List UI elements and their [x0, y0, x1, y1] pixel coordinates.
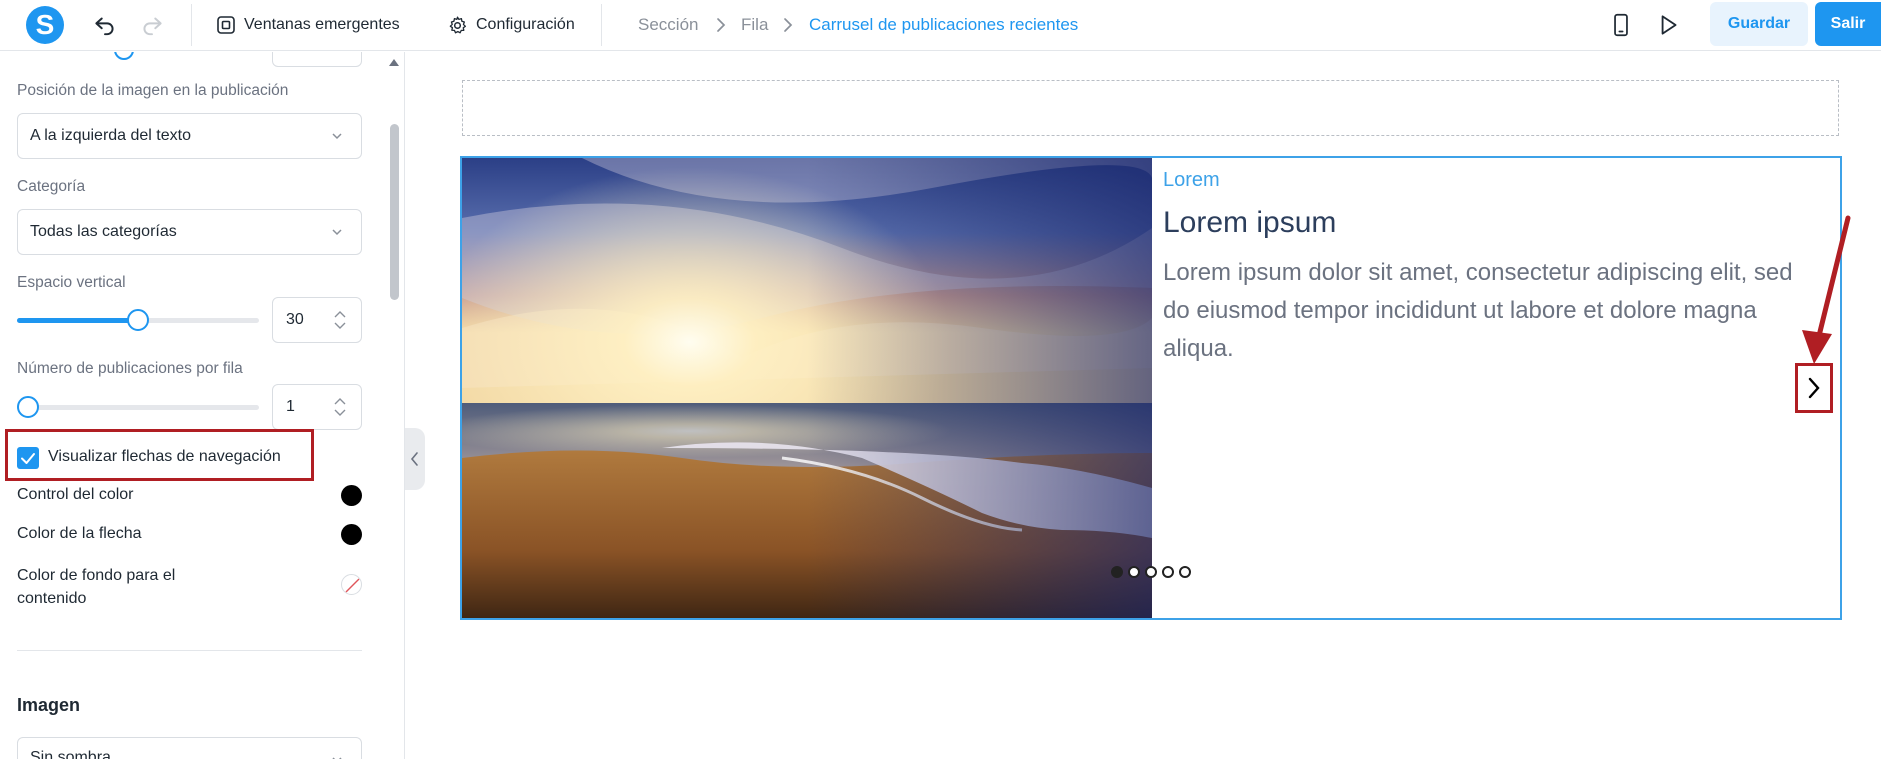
settings-label: Configuración [476, 16, 575, 33]
vertical-space-input[interactable]: 30 [272, 297, 362, 343]
color-control-swatch[interactable] [341, 485, 362, 506]
image-position-select[interactable]: A la izquierda del texto [17, 113, 362, 159]
image-section-title: Imagen [17, 695, 81, 715]
annotation-arrow [1802, 215, 1851, 364]
post-excerpt: Lorem ipsum dolor sit amet, consectetur … [1163, 259, 1793, 362]
category-value: Todas las categorías [30, 223, 177, 240]
exit-button[interactable]: Salir [1815, 2, 1881, 46]
mobile-preview-icon[interactable] [1608, 12, 1634, 38]
top-toolbar: S Ventanas emergentes Configuración Secc… [0, 0, 1881, 51]
app-logo[interactable]: S [26, 6, 64, 44]
settings-button[interactable]: Configuración [447, 12, 575, 38]
chevron-right-icon [784, 18, 793, 32]
chevron-left-icon [410, 452, 418, 466]
content-bg-swatch[interactable] [341, 574, 362, 595]
vertical-space-label: Espacio vertical [17, 274, 126, 291]
stepper-icon[interactable] [333, 309, 347, 331]
panel-scrollbar[interactable] [390, 124, 399, 300]
post-category[interactable]: Lorem [1163, 169, 1220, 192]
posts-per-row-input[interactable]: 1 [272, 384, 362, 430]
pagination-dot[interactable] [1179, 566, 1191, 578]
posts-per-row-label: Número de publicaciones por fila [17, 360, 243, 377]
posts-per-row-slider[interactable] [17, 396, 259, 418]
chevron-down-icon [332, 229, 342, 236]
popups-label: Ventanas emergentes [244, 16, 400, 33]
posts-per-row-value: 1 [286, 398, 295, 415]
color-control-label: Control del color [17, 486, 134, 503]
breadcrumb-section[interactable]: Sección [638, 15, 698, 35]
section-divider [17, 650, 362, 651]
pagination-dot[interactable] [1145, 566, 1157, 578]
shadow-value: Sin sombra [30, 749, 111, 759]
beach-sunset-image [462, 158, 1152, 618]
carousel-pagination [1111, 566, 1191, 578]
slider-knob[interactable] [127, 309, 149, 331]
settings-panel: Posición de la imagen en la publicación … [0, 52, 405, 759]
toolbar-divider [191, 4, 192, 46]
arrow-color-label: Color de la flecha [17, 525, 142, 542]
undo-icon[interactable] [92, 12, 118, 38]
content-bg-label: Color de fondo para el contenido [17, 567, 176, 607]
pagination-dot[interactable] [1128, 566, 1140, 578]
scroll-up-icon[interactable] [388, 57, 400, 67]
gear-icon [449, 16, 467, 33]
toolbar-divider [601, 4, 602, 46]
chevron-right-icon [1808, 377, 1820, 399]
vertical-space-slider[interactable] [17, 309, 259, 331]
chevron-down-icon [332, 757, 342, 759]
post-title[interactable]: Lorem ipsum [1163, 206, 1336, 240]
image-position-label: Posición de la imagen en la publicación [17, 82, 289, 99]
empty-drop-zone[interactable] [462, 80, 1839, 136]
number-field-clipped[interactable] [272, 52, 362, 67]
highlight-annotation-box [5, 429, 314, 481]
category-label: Categoría [17, 178, 86, 195]
arrow-color-swatch[interactable] [341, 524, 362, 545]
slider-knob[interactable] [17, 396, 39, 418]
slider-knob-clipped[interactable] [114, 52, 134, 60]
save-button[interactable]: Guardar [1710, 2, 1808, 46]
recent-posts-carousel[interactable]: Lorem Lorem ipsum Lorem ipsum dolor sit … [460, 156, 1842, 620]
popups-button[interactable]: Ventanas emergentes [216, 12, 400, 38]
chevron-down-icon [332, 133, 342, 140]
category-select[interactable]: Todas las categorías [17, 209, 362, 255]
chevron-right-icon [717, 18, 726, 32]
vertical-space-value: 30 [286, 311, 304, 328]
stepper-icon[interactable] [333, 396, 347, 418]
breadcrumb-current: Carrusel de publicaciones recientes [809, 15, 1079, 34]
play-preview-icon[interactable] [1655, 12, 1681, 38]
collapse-panel-tab[interactable] [405, 428, 425, 490]
shadow-select[interactable]: Sin sombra [17, 737, 362, 759]
pagination-dot[interactable] [1111, 566, 1123, 578]
popup-window-icon [217, 16, 235, 34]
redo-icon[interactable] [139, 12, 165, 38]
no-color-icon [345, 578, 360, 593]
pagination-dot[interactable] [1162, 566, 1174, 578]
image-position-value: A la izquierda del texto [30, 127, 191, 144]
breadcrumb-row[interactable]: Fila [741, 15, 768, 35]
slider-fill [17, 318, 138, 323]
